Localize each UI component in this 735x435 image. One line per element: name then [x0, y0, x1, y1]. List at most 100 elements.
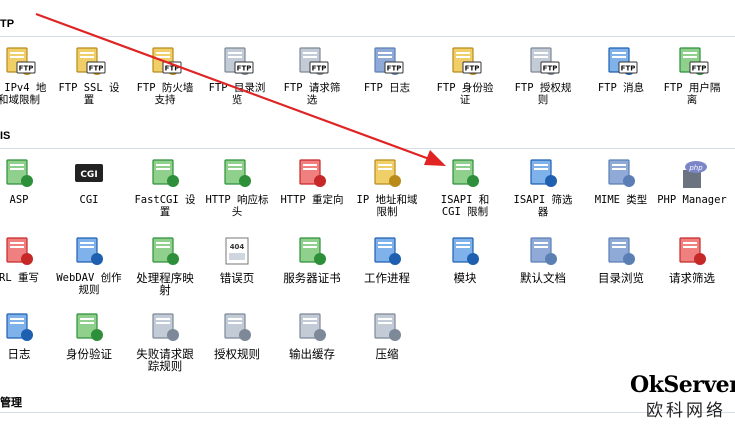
webdav-icon	[72, 234, 106, 268]
feature-worker-process[interactable]: 工作进程	[350, 234, 424, 284]
feature-label: CGI	[79, 194, 99, 206]
feature-label: 压缩	[375, 347, 399, 361]
feature-logging[interactable]: 日志	[0, 310, 56, 360]
feature-label: IP 地址和域 限制	[356, 194, 418, 218]
feature-default-doc[interactable]: 默认文档	[506, 234, 580, 284]
svg-text:FTP: FTP	[19, 65, 34, 73]
logging-icon	[2, 310, 36, 344]
feature-http-redirect[interactable]: HTTP 重定向	[275, 156, 349, 206]
request-filter-icon	[675, 234, 709, 268]
svg-text:FTP: FTP	[621, 65, 636, 73]
feature-error-page[interactable]: 404 错误页	[200, 234, 274, 284]
feature-ftp-log[interactable]: FTP FTP 日志	[350, 44, 424, 94]
feature-modules[interactable]: 模块	[428, 234, 502, 284]
feature-label: 失败请求跟 踪规则	[136, 347, 194, 373]
svg-text:CGI: CGI	[80, 170, 97, 180]
isapi-filter-icon	[526, 156, 560, 190]
authentication-icon	[72, 310, 106, 344]
svg-text:FTP: FTP	[465, 65, 480, 73]
asp-icon	[2, 156, 36, 190]
url-rewrite-icon	[2, 234, 36, 268]
feature-label: FTP 日志	[363, 82, 411, 94]
feature-certificate[interactable]: 服务器证书	[275, 234, 349, 284]
compression-icon	[370, 310, 404, 344]
feature-fastcgi[interactable]: FastCGI 设 置	[128, 156, 202, 218]
feature-ip-restrictions[interactable]: IP 地址和域 限制	[350, 156, 424, 218]
watermark-brand: OkServer	[630, 372, 735, 398]
ftp-user-isolation-icon: FTP	[675, 44, 709, 78]
feature-label: MIME 类型	[594, 194, 648, 206]
feature-label: 工作进程	[364, 271, 410, 285]
feature-php[interactable]: php PHP Manager	[655, 156, 729, 206]
feature-label: ISAPI 筛选 器	[513, 194, 573, 218]
output-cache-icon	[295, 310, 329, 344]
section-header-iis: IS	[0, 130, 11, 142]
feature-isapi-cgi[interactable]: ISAPI 和 CGI 限制	[428, 156, 502, 218]
feature-label: RL 重写	[0, 272, 39, 284]
feature-label: 模块	[453, 271, 477, 285]
feature-label: FTP 消息	[597, 82, 645, 94]
ftp-ssl-icon: FTP	[72, 44, 106, 78]
feature-request-filter[interactable]: 请求筛选	[655, 234, 729, 284]
feature-asp[interactable]: ASP	[0, 156, 56, 206]
feature-label: 身份验证	[66, 347, 112, 361]
svg-text:FTP: FTP	[692, 65, 707, 73]
cgi-icon: CGI	[72, 156, 106, 190]
ftp-request-filter-icon: FTP	[295, 44, 329, 78]
feature-ftp-auth[interactable]: FTP FTP 身份验 证	[428, 44, 502, 106]
svg-text:php: php	[688, 164, 703, 172]
ftp-auth-icon: FTP	[448, 44, 482, 78]
svg-text:FTP: FTP	[387, 65, 402, 73]
feature-label: 请求筛选	[669, 271, 715, 285]
certificate-icon	[295, 234, 329, 268]
feature-ftp-request-filter[interactable]: FTP FTP 请求筛 选	[275, 44, 349, 106]
feature-label: FTP 防火墙 支持	[136, 82, 194, 106]
ftp-firewall-icon: FTP	[148, 44, 182, 78]
section-header-management: 管理	[0, 397, 22, 409]
feature-webdav[interactable]: WebDAV 创作 规则	[52, 234, 126, 296]
http-redirect-icon	[295, 156, 329, 190]
feature-label: 服务器证书	[283, 271, 341, 285]
feature-ftp-message[interactable]: FTP FTP 消息	[584, 44, 658, 94]
feature-authentication[interactable]: 身份验证	[52, 310, 126, 360]
failed-request-icon	[148, 310, 182, 344]
feature-label: 默认文档	[520, 271, 566, 285]
feature-output-cache[interactable]: 输出缓存	[275, 310, 349, 360]
section-divider	[0, 148, 735, 149]
ftp-log-icon: FTP	[370, 44, 404, 78]
feature-label: P IPv4 地 和域限制	[0, 82, 47, 106]
feature-mime[interactable]: MIME 类型	[584, 156, 658, 206]
feature-ftp-authz[interactable]: FTP FTP 授权规 则	[506, 44, 580, 106]
feature-authorization[interactable]: 授权规则	[200, 310, 274, 360]
feature-ftp-ipv4[interactable]: FTP P IPv4 地 和域限制	[0, 44, 56, 106]
ftp-directory-icon: FTP	[220, 44, 254, 78]
feature-label: 授权规则	[214, 347, 260, 361]
feature-label: ISAPI 和 CGI 限制	[440, 194, 490, 218]
feature-compression[interactable]: 压缩	[350, 310, 424, 360]
feature-ftp-ssl[interactable]: FTP FTP SSL 设 置	[52, 44, 126, 106]
feature-cgi[interactable]: CGI CGI	[52, 156, 126, 206]
feature-label: FastCGI 设 置	[134, 194, 196, 218]
feature-dir-browse[interactable]: 目录浏览	[584, 234, 658, 284]
svg-text:FTP: FTP	[312, 65, 327, 73]
feature-http-headers[interactable]: HTTP 响应标 头	[200, 156, 274, 218]
mime-icon	[604, 156, 638, 190]
svg-text:404: 404	[230, 243, 245, 251]
okserver-watermark: OkServer 欧科网络	[630, 372, 735, 421]
feature-label: 日志	[7, 347, 31, 361]
feature-ftp-user-isolation[interactable]: FTP FTP 用户隔 离	[655, 44, 729, 106]
feature-ftp-directory[interactable]: FTP FTP 目录浏 览	[200, 44, 274, 106]
feature-ftp-firewall[interactable]: FTP FTP 防火墙 支持	[128, 44, 202, 106]
feature-url-rewrite[interactable]: RL 重写	[0, 234, 56, 284]
feature-isapi-filter[interactable]: ISAPI 筛选 器	[506, 156, 580, 218]
feature-handler[interactable]: 处理程序映 射	[128, 234, 202, 296]
isapi-cgi-icon	[448, 156, 482, 190]
section-header-ftp: TP	[0, 18, 15, 30]
feature-label: 目录浏览	[598, 271, 644, 285]
feature-label: PHP Manager	[657, 194, 727, 206]
feature-label: FTP 用户隔 离	[663, 82, 721, 106]
feature-failed-request[interactable]: 失败请求跟 踪规则	[128, 310, 202, 372]
svg-text:FTP: FTP	[89, 65, 104, 73]
feature-label: HTTP 重定向	[280, 194, 344, 206]
ftp-ipv4-icon: FTP	[2, 44, 36, 78]
